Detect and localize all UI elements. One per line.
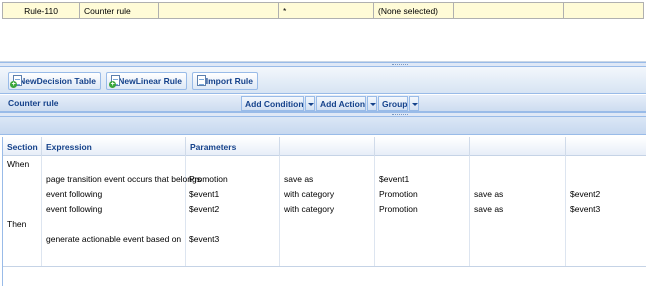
column-divider: [469, 156, 470, 266]
rule-name-cell[interactable]: Counter rule: [80, 2, 159, 19]
parameter-cell[interactable]: save as: [284, 174, 313, 184]
rule-col6-cell[interactable]: [454, 2, 564, 19]
import-rule-button[interactable]: Import Rule: [192, 72, 258, 90]
parameter-cell[interactable]: $event3: [189, 234, 219, 244]
column-divider: [185, 156, 186, 266]
splitter-grip[interactable]: [392, 64, 408, 66]
rule-toolbar: + NewDecision Table + NewLinear Rule Imp…: [0, 67, 646, 94]
header-param-col4[interactable]: [470, 137, 566, 156]
parameter-cell[interactable]: $event2: [189, 204, 219, 214]
header-parameters[interactable]: Parameters: [186, 137, 280, 156]
parameter-cell[interactable]: $event3: [570, 204, 600, 214]
header-param-col2[interactable]: [280, 137, 375, 156]
splitter-grip[interactable]: [392, 114, 408, 116]
grid-header: Section Expression Parameters: [3, 137, 646, 156]
expression-cell[interactable]: event following: [46, 204, 102, 214]
section-when-label: When: [7, 159, 30, 169]
parameter-cell[interactable]: save as: [474, 189, 503, 199]
parameter-cell[interactable]: $event1: [189, 189, 219, 199]
rule-row[interactable]: Rule-110 Counter rule * (None selected): [2, 2, 644, 19]
add-action-button[interactable]: Add Action: [316, 96, 366, 111]
rule-title: Counter rule: [8, 98, 59, 108]
import-rule-label: Import Rule: [205, 76, 253, 86]
expression-cell[interactable]: event following: [46, 189, 102, 199]
parameter-cell[interactable]: with category: [284, 204, 334, 214]
new-linear-rule-label: NewLinear Rule: [118, 76, 182, 86]
new-linear-rule-button[interactable]: + NewLinear Rule: [106, 72, 187, 90]
header-expression[interactable]: Expression: [42, 137, 186, 156]
rule-band: [0, 117, 646, 135]
column-divider: [374, 156, 375, 266]
add-action-dropdown-arrow[interactable]: [367, 96, 377, 111]
column-divider: [41, 156, 42, 266]
parameter-cell[interactable]: save as: [474, 204, 503, 214]
group-button[interactable]: Group: [378, 96, 408, 111]
new-decision-table-label: NewDecision Table: [19, 76, 96, 86]
rule-grid[interactable]: Section Expression Parameters When Then …: [2, 137, 646, 286]
column-divider: [279, 156, 280, 266]
expression-cell[interactable]: generate actionable event based on: [46, 234, 181, 244]
add-condition-button[interactable]: Add Condition: [241, 96, 304, 111]
rule-col4-cell[interactable]: *: [279, 2, 374, 19]
import-document-icon: [196, 75, 206, 87]
expression-cell[interactable]: page transition event occurs that belong…: [46, 174, 201, 184]
parameter-cell[interactable]: Promotion: [189, 174, 228, 184]
rule-header-bar: Counter rule Add Condition Add Action Gr…: [0, 95, 646, 112]
new-decision-table-button[interactable]: + NewDecision Table: [8, 72, 101, 90]
rule-col7-cell[interactable]: [564, 2, 644, 19]
section-then-label: Then: [7, 219, 27, 229]
header-section[interactable]: Section: [3, 137, 42, 156]
parameter-cell[interactable]: with category: [284, 189, 334, 199]
rule-id-cell[interactable]: Rule-110: [2, 2, 80, 19]
new-document-icon: +: [10, 75, 22, 88]
rule-col3-cell[interactable]: [159, 2, 279, 19]
parameter-cell[interactable]: Promotion: [379, 189, 418, 199]
add-condition-dropdown-arrow[interactable]: [305, 96, 315, 111]
parameter-cell[interactable]: $event2: [570, 189, 600, 199]
grid-bottom-border: [3, 266, 646, 267]
parameter-cell[interactable]: Promotion: [379, 204, 418, 214]
header-param-col5[interactable]: [566, 137, 646, 156]
rules-list: Rule-110 Counter rule * (None selected): [0, 0, 646, 62]
parameter-cell[interactable]: $event1: [379, 174, 409, 184]
new-document-icon: +: [109, 75, 120, 88]
group-dropdown-arrow[interactable]: [409, 96, 419, 111]
header-param-col3[interactable]: [375, 137, 470, 156]
column-divider: [565, 156, 566, 266]
rule-col5-cell[interactable]: (None selected): [374, 2, 454, 19]
